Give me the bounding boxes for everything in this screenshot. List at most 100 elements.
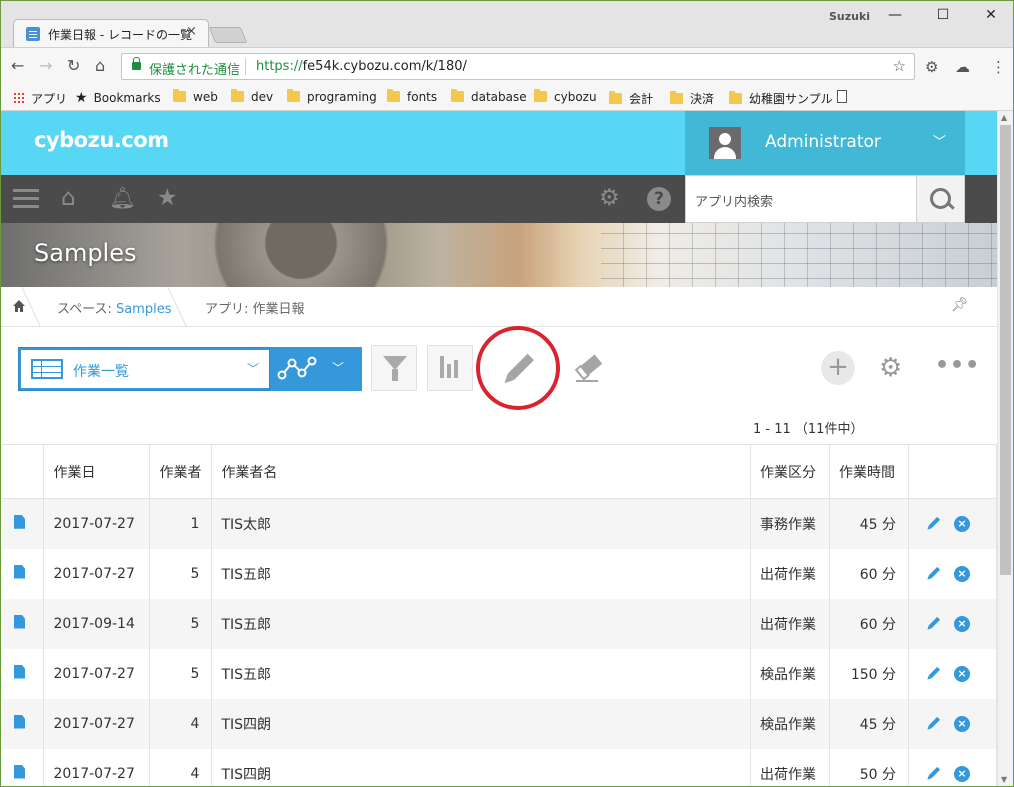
reload-icon[interactable]: ↻: [67, 56, 80, 75]
folder-icon: [287, 89, 300, 102]
delete-icon[interactable]: ×: [954, 565, 970, 582]
record-detail-cell[interactable]: [2, 748, 45, 786]
edit-pencil-icon[interactable]: [924, 515, 942, 533]
user-menu[interactable]: Administrator ﹀: [685, 111, 965, 175]
column-header-date[interactable]: 作業日: [43, 444, 151, 499]
bookmark-folder[interactable]: 幼稚園サンプル: [729, 90, 833, 107]
record-detail-cell[interactable]: [2, 598, 45, 649]
bookmark-apps[interactable]: アプリ: [13, 90, 67, 107]
home-icon[interactable]: ⌂: [95, 56, 105, 75]
cell-worker[interactable]: 1: [149, 498, 213, 549]
scroll-down-arrow-icon[interactable]: ▼: [1001, 775, 1007, 784]
delete-icon[interactable]: ×: [954, 615, 970, 632]
address-bar[interactable]: 保護された通信 https://fe54k.cybozu.com/k/180/ …: [121, 53, 915, 80]
bookmark-folder[interactable]: fonts: [387, 89, 437, 104]
column-header-worker[interactable]: 作業者: [149, 444, 213, 499]
record-detail-cell[interactable]: [2, 698, 45, 749]
file-icon[interactable]: [14, 514, 25, 529]
table-row[interactable]: 2017-07-27 4 TIS四朗 検品作業 45 分 ×: [2, 698, 997, 749]
home-icon[interactable]: ⌂: [61, 185, 76, 211]
bookmark-folder[interactable]: 決済: [670, 90, 714, 107]
pin-icon[interactable]: 📌︎: [951, 297, 969, 313]
add-record-button[interactable]: +: [821, 351, 855, 385]
graph-icon: [277, 356, 317, 380]
edit-pencil-icon[interactable]: [924, 665, 942, 683]
bookmark-folder[interactable]: cybozu: [534, 89, 597, 104]
profile-name[interactable]: Suzuki: [829, 10, 870, 23]
bar-icon: [440, 356, 444, 378]
table-row[interactable]: 2017-07-27 4 TIS四朗 出荷作業 50 分 ×: [2, 748, 997, 786]
record-detail-cell[interactable]: [2, 548, 45, 599]
graph-settings-button[interactable]: [427, 345, 473, 391]
table-row[interactable]: 2017-07-27 1 TIS太郎 事務作業 45 分 ×: [2, 498, 997, 549]
page-scrollbar[interactable]: ▲ ▼: [997, 111, 1013, 786]
gear-icon[interactable]: ⚙: [599, 185, 620, 211]
close-window-button[interactable]: ✕: [971, 7, 1011, 23]
bookmark-folder[interactable]: web: [173, 89, 218, 104]
app-settings-gear-icon[interactable]: ⚙: [879, 353, 902, 383]
bookmark-folder[interactable]: dev: [231, 89, 273, 104]
edit-pencil-icon[interactable]: [924, 615, 942, 633]
record-detail-cell[interactable]: [2, 498, 45, 549]
file-icon[interactable]: [14, 764, 25, 779]
breadcrumb-space[interactable]: スペース: Samples: [57, 298, 171, 317]
cell-worker[interactable]: 5: [149, 648, 213, 699]
more-options-icon[interactable]: •••: [935, 353, 980, 378]
bulk-edit-pencil-icon[interactable]: [487, 341, 547, 399]
hamburger-menu-icon[interactable]: [13, 189, 39, 192]
edit-pencil-icon[interactable]: [924, 765, 942, 783]
scroll-thumb[interactable]: [1000, 125, 1011, 575]
cell-worker[interactable]: 5: [149, 548, 213, 599]
graph-selector-button[interactable]: ﹀: [270, 347, 362, 391]
edit-pencil-icon[interactable]: [924, 565, 942, 583]
star-icon[interactable]: ★: [157, 185, 178, 211]
edit-pencil-icon[interactable]: [924, 715, 942, 733]
cell-worker[interactable]: 4: [149, 698, 213, 749]
view-selector[interactable]: 作業一覧 ﹀: [18, 347, 270, 391]
forward-arrow-icon[interactable]: →: [39, 56, 52, 75]
bell-icon[interactable]: 🔔︎: [109, 186, 136, 211]
record-detail-cell[interactable]: [2, 648, 45, 699]
maximize-button[interactable]: ☐: [923, 7, 963, 23]
extension-icon[interactable]: ☁: [955, 58, 970, 76]
delete-icon[interactable]: ×: [954, 515, 970, 532]
cell-worker[interactable]: 4: [149, 748, 213, 786]
tab-close-icon[interactable]: ×: [186, 24, 197, 39]
table-row[interactable]: 2017-09-14 5 TIS五郎 出荷作業 60 分 ×: [2, 598, 997, 649]
help-icon[interactable]: ?: [647, 187, 671, 211]
app-search-input[interactable]: アプリ内検索: [685, 175, 917, 223]
column-header-work-type[interactable]: 作業区分: [750, 444, 831, 499]
file-icon[interactable]: [14, 664, 25, 679]
row-actions: ×: [908, 748, 997, 786]
url-text[interactable]: https://fe54k.cybozu.com/k/180/: [256, 59, 467, 74]
browser-tab[interactable]: 作業日報 - レコードの一覧 ×: [13, 19, 209, 48]
bookmark-bookmarks[interactable]: ★ Bookmarks: [75, 90, 161, 106]
new-tab-button[interactable]: [208, 27, 248, 43]
delete-icon[interactable]: ×: [954, 715, 970, 732]
bookmark-folder[interactable]: programing: [287, 89, 377, 104]
cybozu-logo[interactable]: cybozu.com: [34, 128, 169, 152]
column-header-work-time[interactable]: 作業時間: [829, 444, 909, 499]
extension-gear-icon[interactable]: ⚙: [925, 58, 938, 76]
file-icon[interactable]: [14, 614, 25, 629]
file-icon[interactable]: [14, 714, 25, 729]
document-icon[interactable]: [837, 90, 847, 103]
search-button[interactable]: [917, 175, 965, 223]
table-row[interactable]: 2017-07-27 5 TIS五郎 検品作業 150 分 ×: [2, 648, 997, 699]
cell-worker[interactable]: 5: [149, 598, 213, 649]
breadcrumb-app[interactable]: アプリ: 作業日報: [205, 298, 305, 317]
delete-icon[interactable]: ×: [954, 665, 970, 682]
file-icon[interactable]: [14, 564, 25, 579]
filter-button[interactable]: [371, 345, 417, 391]
minimize-button[interactable]: —: [875, 7, 915, 23]
back-arrow-icon[interactable]: ←: [11, 56, 24, 75]
bookmark-star-icon[interactable]: ☆: [893, 57, 906, 75]
scroll-up-arrow-icon[interactable]: ▲: [1001, 113, 1007, 122]
bookmark-folder[interactable]: 会計: [609, 90, 653, 107]
bookmark-folder[interactable]: database: [451, 89, 527, 104]
delete-icon[interactable]: ×: [954, 765, 970, 782]
menu-kebab-icon[interactable]: ⋮: [991, 58, 1006, 76]
eraser-icon[interactable]: [574, 349, 610, 385]
table-row[interactable]: 2017-07-27 5 TIS五郎 出荷作業 60 分 ×: [2, 548, 997, 599]
column-header-worker-name[interactable]: 作業者名: [211, 444, 752, 499]
